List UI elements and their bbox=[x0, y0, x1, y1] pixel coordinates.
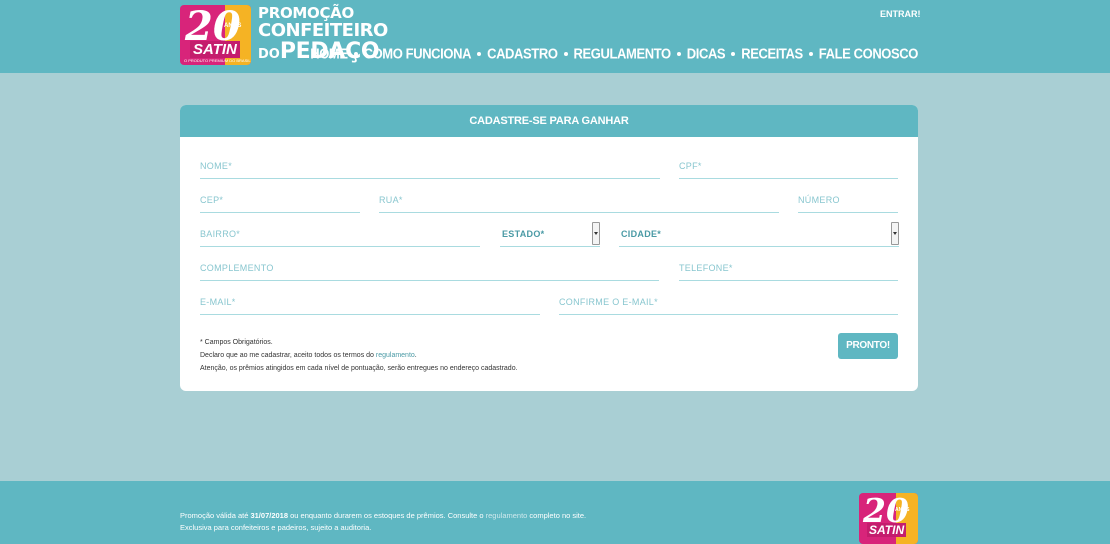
footer-line1-text: Promoção válida até bbox=[180, 511, 251, 520]
terms-note-end: . bbox=[414, 352, 417, 359]
regulamento-link[interactable]: regulamento bbox=[376, 352, 415, 359]
terms-note-text: Declaro que ao me cadastrar, aceito todo… bbox=[200, 352, 376, 359]
footer-line2: Exclusiva para confeiteiros e padeiros, … bbox=[180, 523, 372, 532]
nome-placeholder: NOME* bbox=[200, 161, 233, 171]
cidade-select[interactable]: CIDADE* bbox=[619, 222, 899, 247]
nav-fale-conosco[interactable]: FALE CONOSCO bbox=[819, 45, 919, 62]
nav-separator bbox=[563, 51, 568, 56]
site-header: 20 ANOS SATIN O PRODUTO PREMIUM DO BRASI… bbox=[0, 0, 1110, 73]
confirm-email-field[interactable]: CONFIRME O E-MAIL* bbox=[559, 293, 898, 315]
rua-placeholder: RUA* bbox=[379, 195, 403, 205]
nav-separator bbox=[808, 51, 813, 56]
nav-regulamento[interactable]: REGULAMENTO bbox=[574, 45, 672, 62]
nome-field[interactable]: NOME* bbox=[200, 157, 660, 179]
cidade-label: CIDADE* bbox=[621, 229, 662, 239]
cep-placeholder: CEP* bbox=[200, 195, 224, 205]
nav-cadastro[interactable]: CADASTRO bbox=[487, 45, 558, 62]
footer-date: 31/07/2018 bbox=[250, 511, 289, 520]
footer-regulamento-link[interactable]: regulamento bbox=[486, 511, 528, 520]
footer-line1-mid: ou enquanto durarem os estoques de prêmi… bbox=[288, 511, 486, 520]
cpf-placeholder: CPF* bbox=[679, 161, 702, 171]
email-placeholder: E-MAIL* bbox=[200, 297, 236, 307]
logo-brand: SATIN bbox=[190, 41, 240, 58]
promo-title-line2: CONFEITEIRO bbox=[258, 20, 388, 41]
login-link[interactable]: ENTRAR! bbox=[880, 9, 921, 19]
estado-dropdown-arrow-icon[interactable] bbox=[592, 222, 600, 245]
promo-title-line1: PROMOÇÃO bbox=[258, 4, 354, 22]
main-nav: HOME COMO FUNCIONA CADASTRO REGULAMENTO … bbox=[310, 45, 919, 62]
cpf-field[interactable]: CPF* bbox=[679, 157, 898, 179]
estado-label: ESTADO* bbox=[502, 229, 545, 239]
numero-placeholder: NÚMERO bbox=[798, 195, 840, 205]
terms-note: Declaro que ao me cadastrar, aceito todo… bbox=[200, 349, 518, 362]
nav-dicas[interactable]: DICAS bbox=[687, 45, 726, 62]
logo-tagline: O PRODUTO PREMIUM DO BRASIL bbox=[184, 58, 251, 63]
footer-satin-logo[interactable]: 20 ANOS SATIN bbox=[859, 493, 918, 544]
nav-separator bbox=[477, 51, 482, 56]
submit-button[interactable]: PRONTO! bbox=[838, 333, 898, 359]
numero-field[interactable]: NÚMERO bbox=[798, 191, 898, 213]
footer-legal-text: Promoção válida até 31/07/2018 ou enquan… bbox=[180, 510, 586, 534]
site-footer: Promoção válida até 31/07/2018 ou enquan… bbox=[0, 481, 1110, 544]
nav-home[interactable]: HOME bbox=[310, 45, 348, 62]
bairro-field[interactable]: BAIRRO* bbox=[200, 225, 480, 247]
required-note: * Campos Obrigatórios. bbox=[200, 339, 273, 346]
email-field[interactable]: E-MAIL* bbox=[200, 293, 540, 315]
attention-note: Atenção, os prêmios atingidos em cada ní… bbox=[200, 365, 518, 372]
complemento-placeholder: COMPLEMENTO bbox=[200, 263, 274, 273]
satin-20-anos-logo[interactable]: 20 ANOS SATIN O PRODUTO PREMIUM DO BRASI… bbox=[180, 5, 251, 65]
footer-line1: Promoção válida até 31/07/2018 ou enquan… bbox=[180, 510, 586, 522]
nav-receitas[interactable]: RECEITAS bbox=[741, 45, 803, 62]
telefone-field[interactable]: TELEFONE* bbox=[679, 259, 898, 281]
estado-select[interactable]: ESTADO* bbox=[500, 222, 600, 247]
footer-line1-end: completo no site. bbox=[527, 511, 587, 520]
nav-separator bbox=[731, 51, 736, 56]
confirm-email-placeholder: CONFIRME O E-MAIL* bbox=[559, 297, 658, 307]
complemento-field[interactable]: COMPLEMENTO bbox=[200, 259, 659, 281]
cep-field[interactable]: CEP* bbox=[200, 191, 360, 213]
cidade-dropdown-arrow-icon[interactable] bbox=[891, 222, 899, 245]
nav-como-funciona[interactable]: COMO FUNCIONA bbox=[364, 45, 472, 62]
rua-field[interactable]: RUA* bbox=[379, 191, 779, 213]
signup-form-card: CADASTRE-SE PARA GANHAR NOME* CPF* CEP* … bbox=[180, 105, 918, 391]
nav-separator bbox=[353, 51, 358, 56]
footer-logo-brand: SATIN bbox=[867, 523, 907, 537]
telefone-placeholder: TELEFONE* bbox=[679, 263, 733, 273]
promo-title-do: DO bbox=[258, 47, 280, 62]
bairro-placeholder: BAIRRO* bbox=[200, 229, 241, 239]
form-notes: * Campos Obrigatórios. Declaro que ao me… bbox=[200, 336, 518, 375]
logo-anos: ANOS bbox=[224, 23, 242, 29]
footer-logo-anos: ANOS bbox=[895, 507, 910, 513]
form-title: CADASTRE-SE PARA GANHAR bbox=[180, 105, 918, 137]
nav-separator bbox=[676, 51, 681, 56]
